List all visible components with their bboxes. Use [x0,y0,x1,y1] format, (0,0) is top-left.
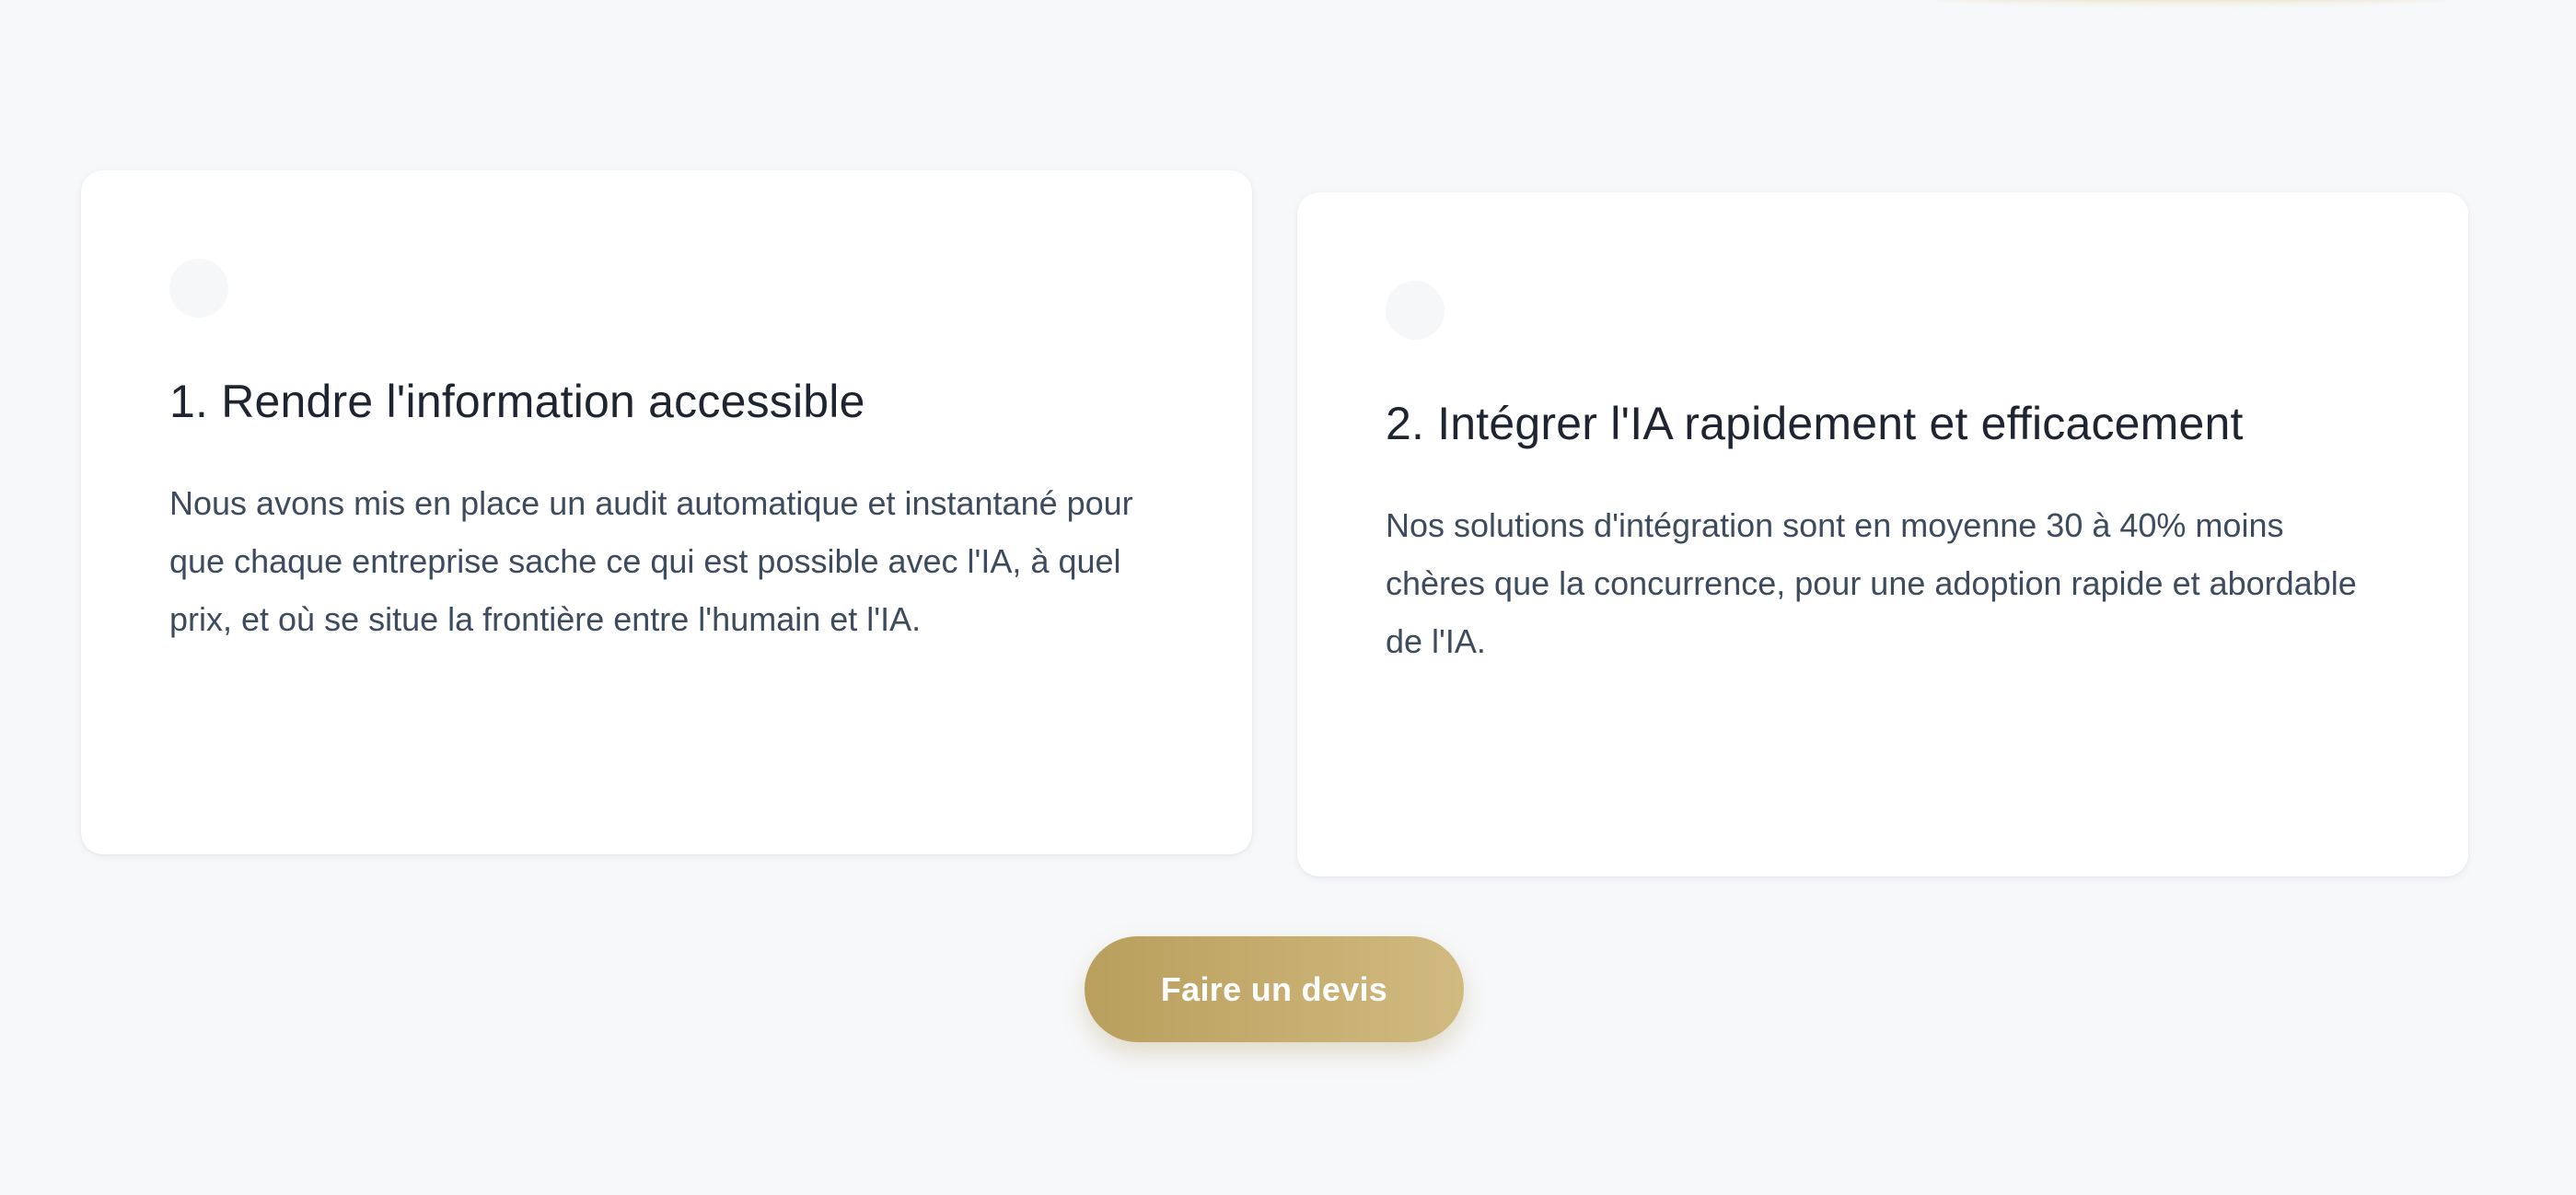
decorative-glow [1933,0,2449,2]
card-description: Nous avons mis en place un audit automat… [169,484,1133,638]
card-description: Nos solutions d'intégration sont en moye… [1386,506,2357,660]
quote-request-button[interactable]: Faire un devis [1085,936,1464,1042]
feature-card-integration: 2. Intégrer l'IA rapidement et efficacem… [1297,192,2468,876]
feature-circle-icon [1386,281,1445,340]
card-title: 2. Intégrer l'IA rapidement et efficacem… [1386,398,2244,449]
card-title: 1. Rendre l'information accessible [169,376,865,427]
feature-circle-icon [169,259,228,318]
feature-card-information: 1. Rendre l'information accessible Nous … [81,170,1252,854]
